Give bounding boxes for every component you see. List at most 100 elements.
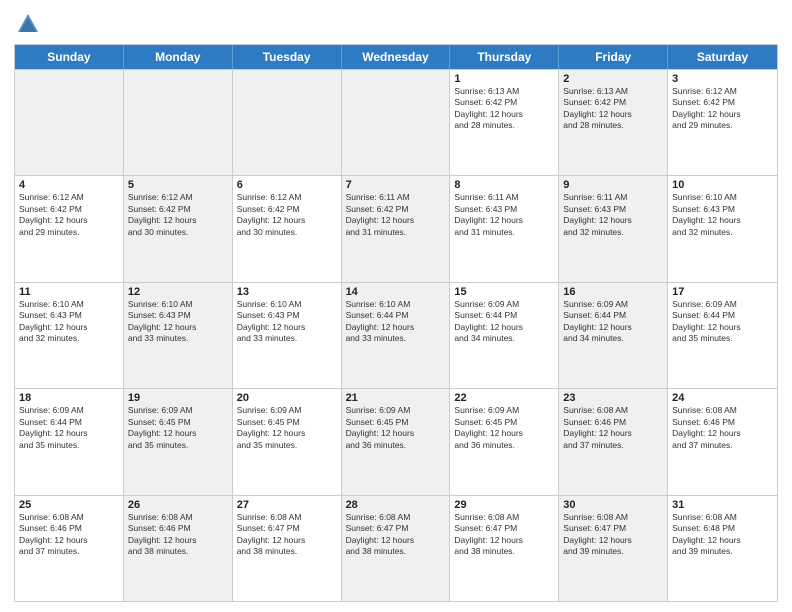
cell-info-text: Sunrise: 6:08 AM Sunset: 6:48 PM Dayligh… — [672, 512, 773, 558]
calendar-row-2: 11Sunrise: 6:10 AM Sunset: 6:43 PM Dayli… — [15, 282, 777, 388]
calendar-cell-day-1: 1Sunrise: 6:13 AM Sunset: 6:42 PM Daylig… — [450, 70, 559, 175]
calendar-cell-day-14: 14Sunrise: 6:10 AM Sunset: 6:44 PM Dayli… — [342, 283, 451, 388]
day-number: 8 — [454, 179, 554, 191]
calendar-cell-day-10: 10Sunrise: 6:10 AM Sunset: 6:43 PM Dayli… — [668, 176, 777, 281]
calendar-row-4: 25Sunrise: 6:08 AM Sunset: 6:46 PM Dayli… — [15, 495, 777, 601]
page: SundayMondayTuesdayWednesdayThursdayFrid… — [0, 0, 792, 612]
calendar-cell-day-28: 28Sunrise: 6:08 AM Sunset: 6:47 PM Dayli… — [342, 496, 451, 601]
calendar-cell-day-15: 15Sunrise: 6:09 AM Sunset: 6:44 PM Dayli… — [450, 283, 559, 388]
day-number: 12 — [128, 286, 228, 298]
day-number: 1 — [454, 73, 554, 85]
cell-info-text: Sunrise: 6:08 AM Sunset: 6:46 PM Dayligh… — [672, 405, 773, 451]
cell-info-text: Sunrise: 6:09 AM Sunset: 6:45 PM Dayligh… — [346, 405, 446, 451]
calendar-cell-day-21: 21Sunrise: 6:09 AM Sunset: 6:45 PM Dayli… — [342, 389, 451, 494]
calendar-cell-day-24: 24Sunrise: 6:08 AM Sunset: 6:46 PM Dayli… — [668, 389, 777, 494]
calendar-cell-day-7: 7Sunrise: 6:11 AM Sunset: 6:42 PM Daylig… — [342, 176, 451, 281]
header — [14, 10, 778, 38]
calendar-cell-day-17: 17Sunrise: 6:09 AM Sunset: 6:44 PM Dayli… — [668, 283, 777, 388]
cell-info-text: Sunrise: 6:12 AM Sunset: 6:42 PM Dayligh… — [672, 86, 773, 132]
calendar: SundayMondayTuesdayWednesdayThursdayFrid… — [14, 44, 778, 602]
day-number: 11 — [19, 286, 119, 298]
weekday-header-monday: Monday — [124, 45, 233, 69]
cell-info-text: Sunrise: 6:08 AM Sunset: 6:46 PM Dayligh… — [19, 512, 119, 558]
day-number: 17 — [672, 286, 773, 298]
day-number: 29 — [454, 499, 554, 511]
cell-info-text: Sunrise: 6:09 AM Sunset: 6:45 PM Dayligh… — [128, 405, 228, 451]
cell-info-text: Sunrise: 6:11 AM Sunset: 6:43 PM Dayligh… — [454, 192, 554, 238]
calendar-cell-day-19: 19Sunrise: 6:09 AM Sunset: 6:45 PM Dayli… — [124, 389, 233, 494]
calendar-cell-day-2: 2Sunrise: 6:13 AM Sunset: 6:42 PM Daylig… — [559, 70, 668, 175]
day-number: 28 — [346, 499, 446, 511]
cell-info-text: Sunrise: 6:10 AM Sunset: 6:43 PM Dayligh… — [672, 192, 773, 238]
day-number: 16 — [563, 286, 663, 298]
day-number: 30 — [563, 499, 663, 511]
calendar-cell-empty-0-3 — [342, 70, 451, 175]
cell-info-text: Sunrise: 6:08 AM Sunset: 6:46 PM Dayligh… — [128, 512, 228, 558]
calendar-cell-day-20: 20Sunrise: 6:09 AM Sunset: 6:45 PM Dayli… — [233, 389, 342, 494]
calendar-cell-day-4: 4Sunrise: 6:12 AM Sunset: 6:42 PM Daylig… — [15, 176, 124, 281]
calendar-cell-day-22: 22Sunrise: 6:09 AM Sunset: 6:45 PM Dayli… — [450, 389, 559, 494]
day-number: 10 — [672, 179, 773, 191]
calendar-cell-day-6: 6Sunrise: 6:12 AM Sunset: 6:42 PM Daylig… — [233, 176, 342, 281]
calendar-cell-day-26: 26Sunrise: 6:08 AM Sunset: 6:46 PM Dayli… — [124, 496, 233, 601]
calendar-cell-day-5: 5Sunrise: 6:12 AM Sunset: 6:42 PM Daylig… — [124, 176, 233, 281]
weekday-header-friday: Friday — [559, 45, 668, 69]
cell-info-text: Sunrise: 6:12 AM Sunset: 6:42 PM Dayligh… — [237, 192, 337, 238]
calendar-cell-day-23: 23Sunrise: 6:08 AM Sunset: 6:46 PM Dayli… — [559, 389, 668, 494]
calendar-row-3: 18Sunrise: 6:09 AM Sunset: 6:44 PM Dayli… — [15, 388, 777, 494]
day-number: 13 — [237, 286, 337, 298]
calendar-cell-day-3: 3Sunrise: 6:12 AM Sunset: 6:42 PM Daylig… — [668, 70, 777, 175]
day-number: 26 — [128, 499, 228, 511]
calendar-cell-day-18: 18Sunrise: 6:09 AM Sunset: 6:44 PM Dayli… — [15, 389, 124, 494]
weekday-header-wednesday: Wednesday — [342, 45, 451, 69]
calendar-cell-day-29: 29Sunrise: 6:08 AM Sunset: 6:47 PM Dayli… — [450, 496, 559, 601]
cell-info-text: Sunrise: 6:12 AM Sunset: 6:42 PM Dayligh… — [128, 192, 228, 238]
day-number: 4 — [19, 179, 119, 191]
cell-info-text: Sunrise: 6:10 AM Sunset: 6:43 PM Dayligh… — [237, 299, 337, 345]
calendar-cell-day-25: 25Sunrise: 6:08 AM Sunset: 6:46 PM Dayli… — [15, 496, 124, 601]
logo — [14, 10, 46, 38]
day-number: 7 — [346, 179, 446, 191]
day-number: 21 — [346, 392, 446, 404]
day-number: 3 — [672, 73, 773, 85]
day-number: 9 — [563, 179, 663, 191]
calendar-cell-day-27: 27Sunrise: 6:08 AM Sunset: 6:47 PM Dayli… — [233, 496, 342, 601]
calendar-cell-empty-0-2 — [233, 70, 342, 175]
cell-info-text: Sunrise: 6:10 AM Sunset: 6:43 PM Dayligh… — [128, 299, 228, 345]
cell-info-text: Sunrise: 6:08 AM Sunset: 6:47 PM Dayligh… — [563, 512, 663, 558]
cell-info-text: Sunrise: 6:11 AM Sunset: 6:42 PM Dayligh… — [346, 192, 446, 238]
cell-info-text: Sunrise: 6:08 AM Sunset: 6:47 PM Dayligh… — [237, 512, 337, 558]
calendar-cell-day-13: 13Sunrise: 6:10 AM Sunset: 6:43 PM Dayli… — [233, 283, 342, 388]
calendar-cell-day-8: 8Sunrise: 6:11 AM Sunset: 6:43 PM Daylig… — [450, 176, 559, 281]
day-number: 19 — [128, 392, 228, 404]
calendar-cell-day-16: 16Sunrise: 6:09 AM Sunset: 6:44 PM Dayli… — [559, 283, 668, 388]
day-number: 27 — [237, 499, 337, 511]
cell-info-text: Sunrise: 6:09 AM Sunset: 6:44 PM Dayligh… — [454, 299, 554, 345]
weekday-header-sunday: Sunday — [15, 45, 124, 69]
day-number: 14 — [346, 286, 446, 298]
cell-info-text: Sunrise: 6:09 AM Sunset: 6:45 PM Dayligh… — [237, 405, 337, 451]
day-number: 22 — [454, 392, 554, 404]
calendar-row-1: 4 Sunrise: 6:12 AM Sunset: 6:42 PM Daylig… — [15, 175, 777, 281]
cell-info-text: Sunrise: 6:10 AM Sunset: 6:43 PM Dayligh… — [19, 299, 119, 345]
calendar-cell-day-30: 30Sunrise: 6:08 AM Sunset: 6:47 PM Dayli… — [559, 496, 668, 601]
day-number: 24 — [672, 392, 773, 404]
day-number: 15 — [454, 286, 554, 298]
calendar-cell-empty-0-0 — [15, 70, 124, 175]
cell-info-text: Sunrise: 6:13 AM Sunset: 6:42 PM Dayligh… — [454, 86, 554, 132]
day-number: 5 — [128, 179, 228, 191]
cell-info-text: Sunrise: 6:08 AM Sunset: 6:47 PM Dayligh… — [454, 512, 554, 558]
cell-info-text: Sunrise: 6:09 AM Sunset: 6:45 PM Dayligh… — [454, 405, 554, 451]
calendar-cell-day-12: 12Sunrise: 6:10 AM Sunset: 6:43 PM Dayli… — [124, 283, 233, 388]
weekday-header-thursday: Thursday — [450, 45, 559, 69]
calendar-header-row: SundayMondayTuesdayWednesdayThursdayFrid… — [15, 45, 777, 69]
calendar-row-0: 1Sunrise: 6:13 AM Sunset: 6:42 PM Daylig… — [15, 69, 777, 175]
logo-icon — [14, 10, 42, 38]
day-number: 23 — [563, 392, 663, 404]
weekday-header-saturday: Saturday — [668, 45, 777, 69]
cell-info-text: Sunrise: 6:09 AM Sunset: 6:44 PM Dayligh… — [563, 299, 663, 345]
weekday-header-tuesday: Tuesday — [233, 45, 342, 69]
cell-info-text: Sunrise: 6:08 AM Sunset: 6:47 PM Dayligh… — [346, 512, 446, 558]
cell-info-text: Sunrise: 6:10 AM Sunset: 6:44 PM Dayligh… — [346, 299, 446, 345]
calendar-body: 1Sunrise: 6:13 AM Sunset: 6:42 PM Daylig… — [15, 69, 777, 601]
